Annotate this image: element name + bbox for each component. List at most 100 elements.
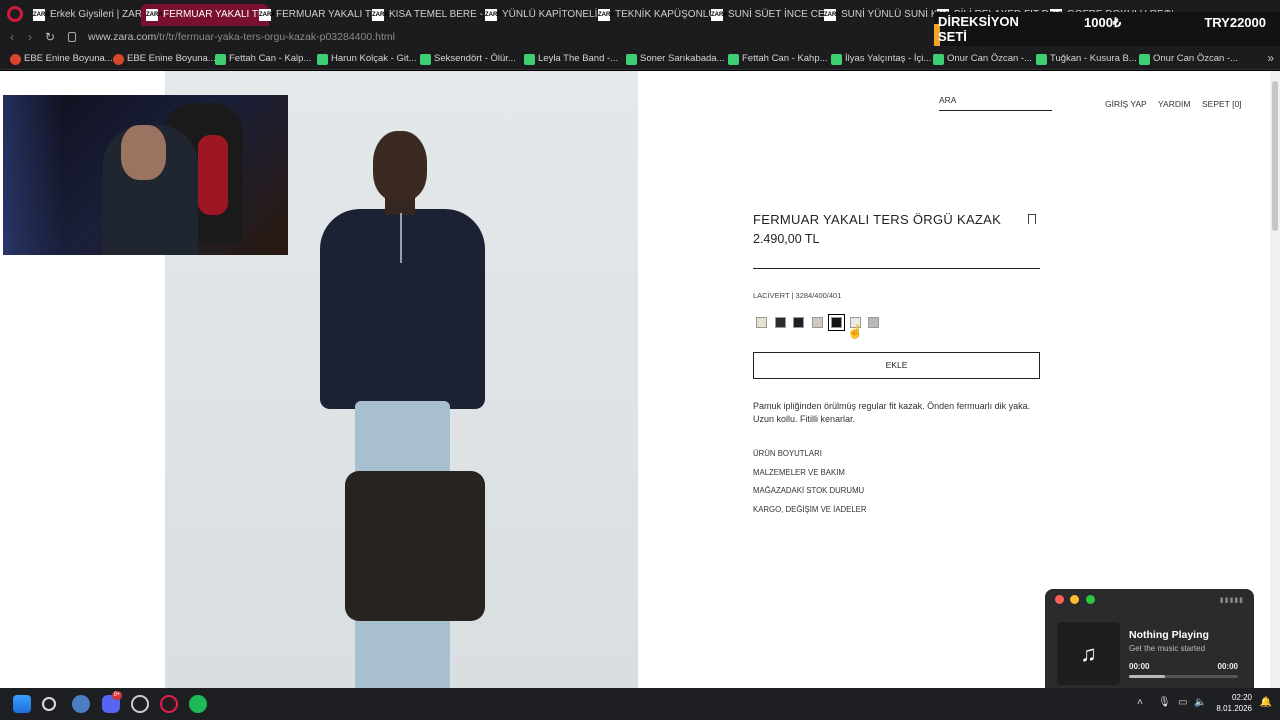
color-swatch[interactable]: [756, 317, 767, 328]
color-swatch[interactable]: [827, 314, 845, 331]
browser-tab[interactable]: ZARAFERMUAR YAKALI TERS Ö: [141, 4, 269, 26]
opera-icon[interactable]: [160, 695, 178, 713]
browser-tab[interactable]: ZARA SUNİ YÜNLÜ SUNİ KU: [819, 4, 947, 26]
scrollbar-thumb[interactable]: [1272, 81, 1278, 231]
bookmark-label: Leyla The Band -...: [538, 53, 619, 64]
bookmark-icon: [524, 54, 535, 65]
product-price: 2.490,00 TL: [753, 232, 820, 246]
help-link[interactable]: YARDIM: [1158, 99, 1190, 109]
color-swatch[interactable]: [812, 317, 824, 328]
windows-start-icon[interactable]: [13, 695, 31, 713]
microphone-icon[interactable]: 🎙: [1158, 697, 1171, 708]
browser-tab[interactable]: ZARA TEKNİK KAPÜŞONLU: [593, 4, 721, 26]
overlay-title: DİREKSİYON SETİ: [938, 14, 1019, 44]
bookmark-label: EBE Enine Boyuna...: [127, 53, 216, 64]
webcam-feed: [3, 95, 288, 255]
store-stock-link[interactable]: MAĞAZADAKİ STOK DURUMU: [753, 486, 864, 495]
bookmarks-more-icon[interactable]: »: [1267, 51, 1274, 65]
bookmarks-bar: EBE Enine Boyuna... EBE Enine Boyuna... Fe…: [0, 48, 1280, 70]
model-head: [373, 131, 427, 201]
bookmark-label: EBE Enine Boyuna...: [24, 53, 113, 64]
bookmark-item[interactable]: Seksendört - Ölür...: [420, 53, 516, 66]
color-swatch[interactable]: [774, 317, 786, 328]
tab-label: SUNİ YÜNLÜ SUNİ KU: [841, 9, 945, 20]
clock-date: 8.01.2026: [1216, 704, 1252, 713]
bookmark-item[interactable]: Fettah Can - Kalp...: [215, 53, 311, 66]
music-subtitle: Get the music started: [1129, 644, 1206, 653]
music-time-current: 00:00: [1129, 662, 1150, 671]
zara-favicon-icon: ZARA: [711, 9, 728, 21]
bookmark-item[interactable]: Tuğkan - Kusura B...: [1036, 53, 1137, 66]
bookmark-icon: [10, 54, 21, 65]
zara-favicon-icon: ZARA: [33, 9, 50, 21]
close-icon[interactable]: [1055, 595, 1064, 604]
opera-logo-icon[interactable]: [7, 6, 23, 22]
app-icon[interactable]: [72, 695, 90, 713]
tab-label: TEKNİK KAPÜŞONLU: [615, 9, 716, 20]
page-scrollbar[interactable]: [1270, 71, 1280, 688]
zara-favicon-icon: ZARA: [259, 9, 276, 21]
bookmark-item[interactable]: Leyla The Band -...: [524, 53, 618, 66]
discord-badge: 9+: [112, 691, 122, 700]
search-input[interactable]: ARA: [939, 95, 1052, 111]
browser-tab[interactable]: ZARA Erkek Giysileri | ZARA: [28, 4, 156, 26]
bookmark-label: Seksendört - Ölür...: [434, 53, 516, 64]
network-icon[interactable]: ▭: [1178, 697, 1187, 708]
system-clock[interactable]: 02:20 8.01.2026: [1216, 692, 1252, 714]
music-widget: ▮▮▮▮▮ ♫ Nothing Playing Get the music st…: [1045, 589, 1254, 696]
bookmark-label: Tuğkan - Kusura B...: [1050, 53, 1137, 64]
url-field[interactable]: www.zara.com/tr/tr/fermuar-yaka-ters-org…: [88, 31, 395, 43]
search-icon[interactable]: [42, 697, 56, 711]
reload-icon[interactable]: ↻: [45, 30, 55, 44]
materials-care-link[interactable]: MALZEMELER VE BAKIM: [753, 468, 845, 477]
lock-icon[interactable]: [68, 32, 76, 42]
bookmark-item[interactable]: EBE Enine Boyuna...: [113, 53, 216, 66]
bookmark-label: İlyas Yalçıntaş - İçi...: [845, 53, 932, 64]
bookmark-label: Soner Sarıkabada...: [640, 53, 725, 64]
size-guide-link[interactable]: ÜRÜN BOYUTLARI: [753, 449, 822, 458]
login-link[interactable]: GİRİŞ YAP: [1105, 99, 1147, 109]
url-host: www.zara.com: [88, 31, 157, 43]
browser-tab[interactable]: ZARA YÜNLÜ KAPİTONELİ C: [480, 4, 608, 26]
browser-tab[interactable]: ZARA FERMUAR YAKALI TER: [254, 4, 382, 26]
bookmark-item[interactable]: EBE Enine Boyuna...: [10, 53, 113, 66]
cart-link[interactable]: SEPET [0]: [1202, 99, 1242, 109]
shipping-returns-link[interactable]: KARGO, DEĞİŞİM VE İADELER: [753, 505, 867, 514]
volume-icon[interactable]: 🔈: [1194, 697, 1206, 708]
browser-tab[interactable]: ZARA KISA TEMEL BERE - Z: [367, 4, 495, 26]
forward-icon[interactable]: ›: [28, 30, 32, 44]
bookmark-item[interactable]: Fettah Can - Kahp...: [728, 53, 828, 66]
mouse-cursor-icon: ☝: [847, 324, 864, 339]
color-code: LACİVERT | 3284/400/401: [753, 291, 842, 300]
bookmark-item[interactable]: İlyas Yalçıntaş - İçi...: [831, 53, 931, 66]
spotify-icon[interactable]: [189, 695, 207, 713]
donation-overlay: DİREKSİYON SETİ 1000₺ TRY22000: [934, 12, 1280, 46]
bookmark-item[interactable]: Onur Can Özcan -...: [933, 53, 1032, 66]
minimize-icon[interactable]: [1070, 595, 1079, 604]
add-to-cart-button[interactable]: EKLE: [753, 352, 1040, 379]
model-sweater: [320, 209, 485, 409]
color-swatch[interactable]: [793, 317, 805, 328]
bookmark-icon: [113, 54, 124, 65]
drag-handle-icon[interactable]: ▮▮▮▮▮: [1220, 596, 1244, 604]
steam-icon[interactable]: [131, 695, 149, 713]
color-swatch[interactable]: [868, 317, 880, 328]
tray-chevron-icon[interactable]: ˄: [1137, 697, 1143, 708]
product-title: FERMUAR YAKALI TERS ÖRGÜ KAZAK: [753, 212, 1002, 227]
taskbar: 9+ ˄ 🎙 ▭ 🔈 02:20 8.01.2026 🔔: [0, 688, 1280, 720]
music-progress-bar[interactable]: [1129, 675, 1238, 678]
bookmark-item[interactable]: Harun Kolçak - Git...: [317, 53, 417, 66]
bookmark-icon: [933, 54, 944, 65]
model-figure: [315, 131, 495, 688]
zara-favicon-icon: ZARA: [146, 9, 163, 21]
bookmark-item[interactable]: Onur Can Özcan -...: [1139, 53, 1238, 66]
bookmark-icon: [1139, 54, 1150, 65]
notification-icon[interactable]: 🔔: [1260, 697, 1272, 708]
bookmark-item[interactable]: Soner Sarıkabada...: [626, 53, 725, 66]
back-icon[interactable]: ‹: [10, 30, 14, 44]
maximize-icon[interactable]: [1086, 595, 1095, 604]
bookmark-label: Onur Can Özcan -...: [947, 53, 1033, 64]
bookmark-icon[interactable]: [1028, 214, 1036, 224]
browser-tab[interactable]: ZARA SUNİ SÜET İNCE CEK: [706, 4, 834, 26]
tab-label: YÜNLÜ KAPİTONELİ C: [502, 9, 608, 20]
